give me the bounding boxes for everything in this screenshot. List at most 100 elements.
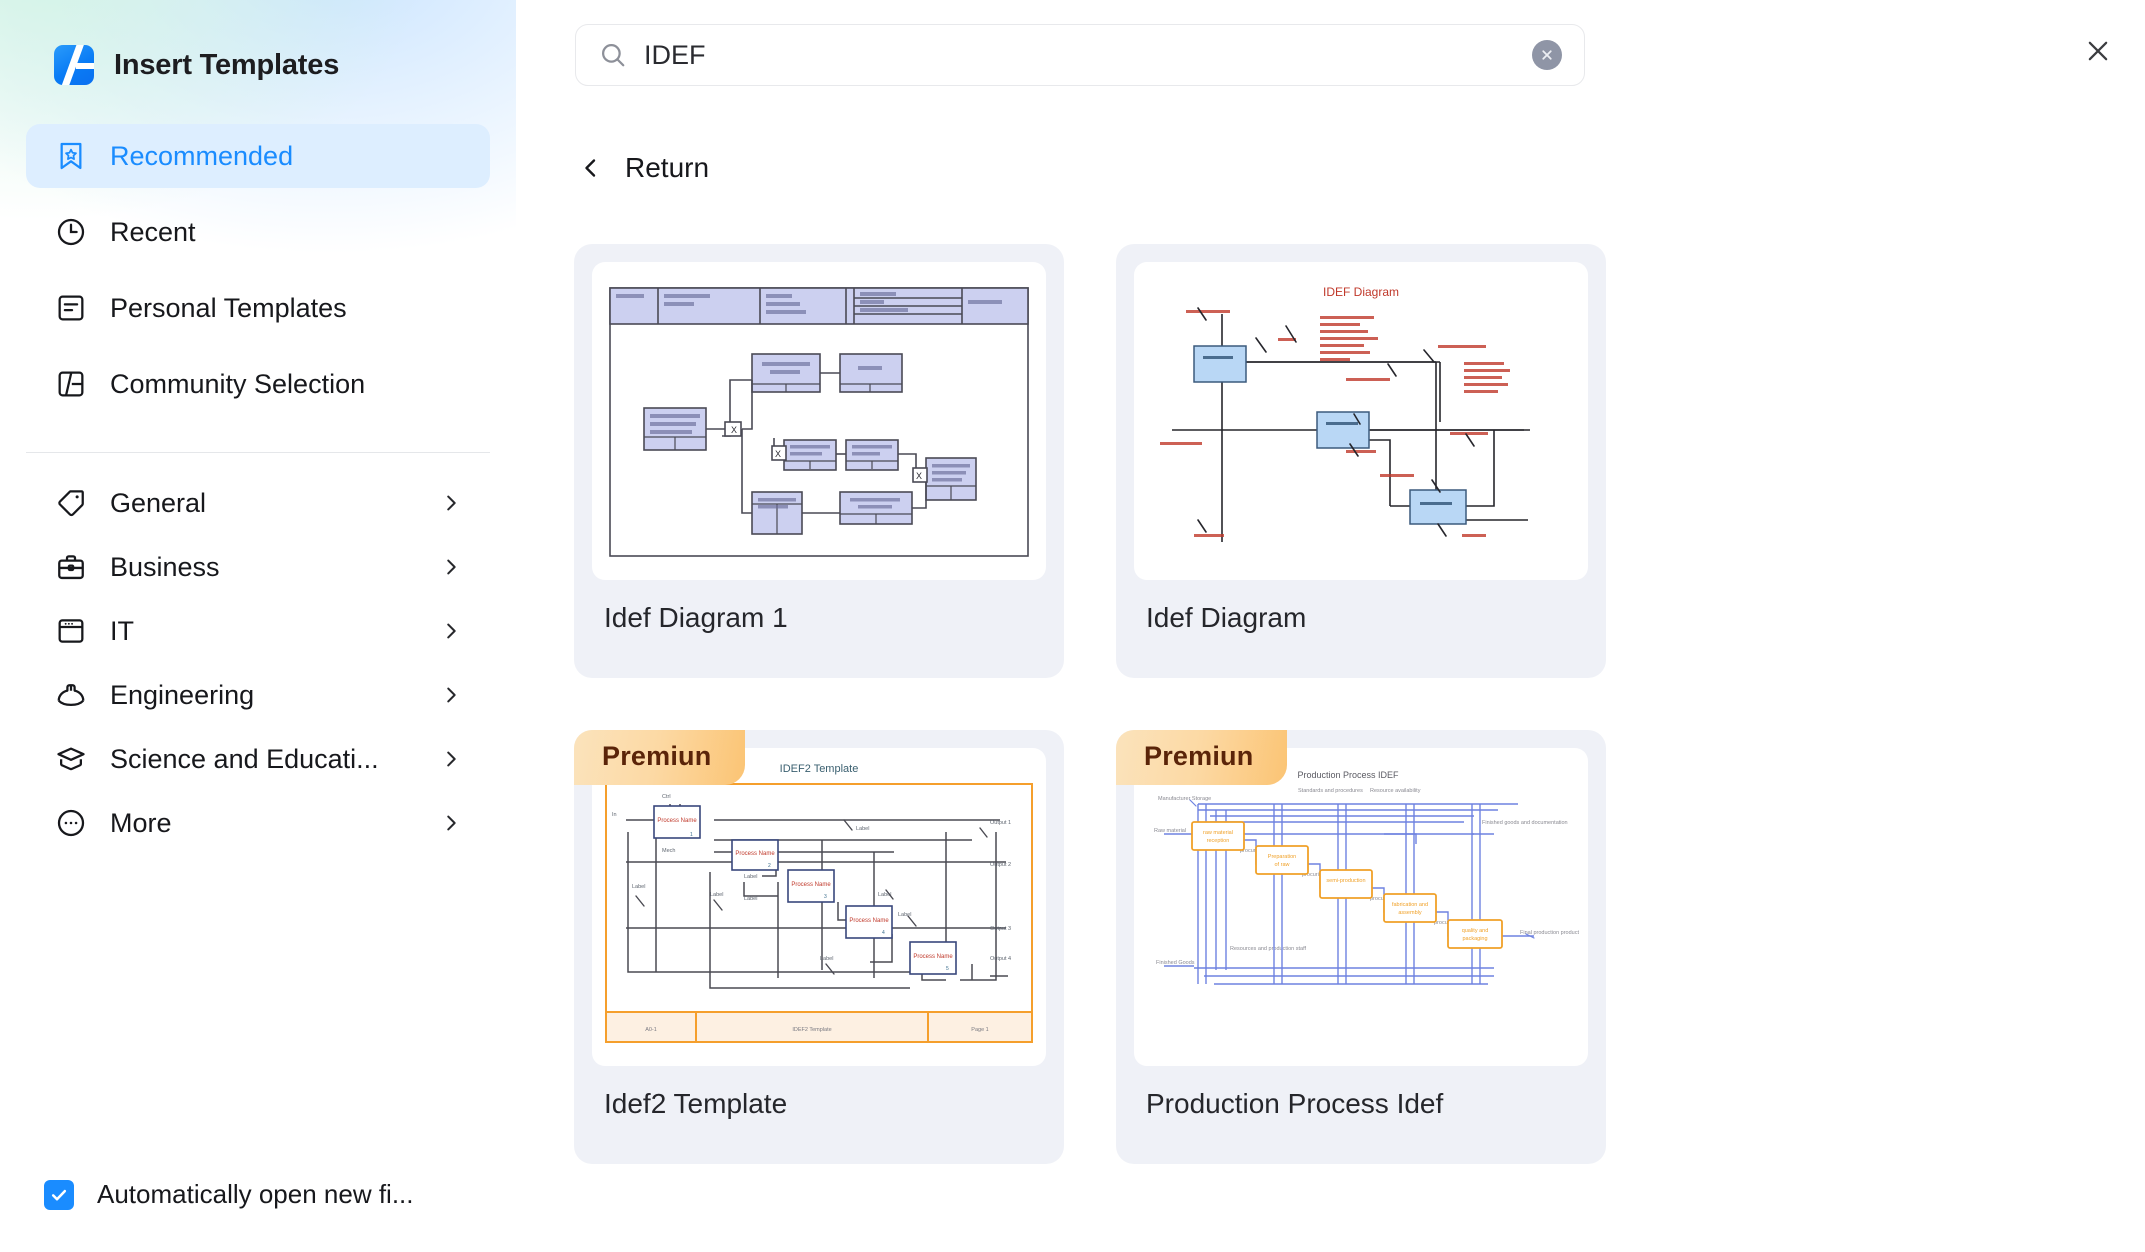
svg-text:raw material: raw material (1203, 830, 1233, 836)
tag-icon (54, 486, 88, 520)
svg-text:Finished Goods: Finished Goods (1156, 960, 1195, 966)
auto-open-new-file-option[interactable]: Automatically open new fi... (44, 1179, 414, 1210)
template-card[interactable]: Premiun IDEF2 Template Process Name Proc… (574, 730, 1064, 1164)
svg-text:packaging: packaging (1462, 936, 1487, 942)
sidebar-item-recent[interactable]: Recent (26, 200, 490, 264)
svg-text:Standards and procedures: Standards and procedures (1298, 788, 1363, 794)
chevron-right-icon (440, 684, 462, 706)
svg-text:assembly: assembly (1398, 910, 1421, 916)
chevron-right-icon (440, 620, 462, 642)
svg-text:X: X (731, 425, 737, 435)
thumb-title: Production Process IDEF (1297, 770, 1399, 780)
template-card[interactable]: X X X Idef Diagram 1 (574, 244, 1064, 678)
template-title: Idef2 Template (604, 1088, 788, 1119)
template-card[interactable]: IDEF Diagram Idef Diagram (1116, 244, 1606, 678)
template-title: Production Process Idef (1146, 1088, 1444, 1119)
svg-text:Manufacturer Storage: Manufacturer Storage (1158, 796, 1211, 802)
svg-text:3: 3 (824, 894, 827, 900)
sidebar-item-community-selection[interactable]: Community Selection (26, 352, 490, 416)
sidebar-item-label: Engineering (110, 679, 255, 710)
search-icon (598, 40, 628, 70)
svg-text:Output 2: Output 2 (990, 862, 1011, 868)
thumb-title: IDEF Diagram (1323, 285, 1399, 299)
clear-circle-icon[interactable] (1532, 40, 1562, 70)
svg-text:Label: Label (820, 956, 833, 962)
svg-text:Page 1: Page 1 (971, 1027, 988, 1033)
svg-text:4: 4 (882, 930, 885, 936)
svg-text:Label: Label (856, 826, 869, 832)
auto-open-checkbox[interactable] (44, 1179, 74, 1210)
sidebar-item-recommended[interactable]: Recommended (26, 124, 490, 188)
sidebar-item-engineering[interactable]: Engineering (26, 663, 490, 727)
graduation-cap-icon (54, 742, 88, 776)
svg-text:IDEF2 Template: IDEF2 Template (792, 1027, 831, 1033)
sidebar: Insert Templates Recommended Recent Pers… (0, 0, 516, 1252)
svg-text:5: 5 (946, 966, 949, 972)
premium-badge: Premiun (1116, 730, 1288, 785)
sidebar-item-business[interactable]: Business (26, 535, 490, 599)
svg-text:Resources and production staff: Resources and production staff (1230, 946, 1306, 952)
template-title: Idef Diagram (1146, 602, 1307, 633)
svg-text:Process Name: Process Name (791, 882, 831, 888)
page-title: Insert Templates (114, 48, 340, 81)
premium-badge: Premiun (574, 730, 746, 785)
insert-templates-dialog: Insert Templates Recommended Recent Pers… (0, 0, 2145, 1252)
chevron-right-icon (440, 492, 462, 514)
sidebar-item-general[interactable]: General (26, 471, 490, 535)
chevron-right-icon (440, 748, 462, 770)
sidebar-category-nav: General Business IT Engineering Science … (0, 453, 516, 855)
search-bar[interactable]: IDEF (575, 24, 1585, 86)
svg-text:quality and: quality and (1462, 928, 1489, 934)
close-icon[interactable] (2075, 28, 2121, 74)
template-card[interactable]: Premiun Production Process IDEF Standard… (1116, 730, 1606, 1164)
sidebar-item-personal-templates[interactable]: Personal Templates (26, 276, 490, 340)
auto-open-label: Automatically open new fi... (97, 1179, 414, 1209)
sidebar-item-label: Personal Templates (110, 292, 347, 323)
return-button[interactable]: Return (579, 152, 709, 184)
thumb-title: IDEF2 Template (780, 763, 859, 775)
svg-text:X: X (916, 471, 922, 481)
community-grid-icon (54, 367, 88, 401)
sidebar-item-label: Recent (110, 216, 196, 247)
svg-text:Output 4: Output 4 (990, 956, 1011, 962)
hard-hat-icon (54, 678, 88, 712)
sidebar-item-label: IT (110, 615, 134, 646)
svg-text:Resource availability: Resource availability (1370, 788, 1421, 794)
svg-text:Mech: Mech (662, 848, 675, 854)
sidebar-item-science-and-education[interactable]: Science and Educati... (26, 727, 490, 791)
search-input[interactable]: IDEF (644, 40, 1532, 71)
svg-text:Label: Label (632, 884, 645, 890)
svg-text:Output 1: Output 1 (990, 820, 1011, 826)
ellipsis-circle-icon (54, 806, 88, 840)
template-thumbnail-idef-diagram-1: X X X (592, 262, 1046, 580)
main-panel: IDEF Return X X X Idef Diagram 1 IDEF Di… (516, 0, 2145, 1252)
window-icon (54, 614, 88, 648)
sidebar-item-it[interactable]: IT (26, 599, 490, 663)
svg-text:semi-production: semi-production (1326, 878, 1365, 884)
svg-text:Finished goods and documentati: Finished goods and documentation (1482, 820, 1568, 826)
svg-text:Label: Label (710, 892, 723, 898)
chevron-right-icon (440, 556, 462, 578)
bookmark-star-icon (54, 139, 88, 173)
svg-text:2: 2 (768, 863, 771, 869)
template-thumbnail-production-process-idef: Production Process IDEF Standards and pr… (1134, 748, 1588, 1066)
svg-text:Process Name: Process Name (657, 818, 697, 824)
template-grid: X X X Idef Diagram 1 IDEF Diagram Idef D… (574, 244, 2145, 1252)
svg-text:of raw: of raw (1275, 862, 1290, 868)
svg-text:Process Name: Process Name (849, 918, 889, 924)
sidebar-item-label: Recommended (110, 140, 294, 171)
svg-text:reception: reception (1207, 838, 1230, 844)
svg-text:Label: Label (744, 896, 757, 902)
clock-icon (54, 215, 88, 249)
sidebar-item-more[interactable]: More (26, 791, 490, 855)
svg-text:fabrication and: fabrication and (1392, 902, 1428, 908)
svg-text:Process Name: Process Name (735, 851, 775, 857)
briefcase-icon (54, 550, 88, 584)
sidebar-item-label: More (110, 807, 172, 838)
brand: Insert Templates (0, 0, 516, 92)
sidebar-item-label: Science and Educati... (110, 743, 379, 774)
templates-logo-icon (54, 45, 94, 85)
